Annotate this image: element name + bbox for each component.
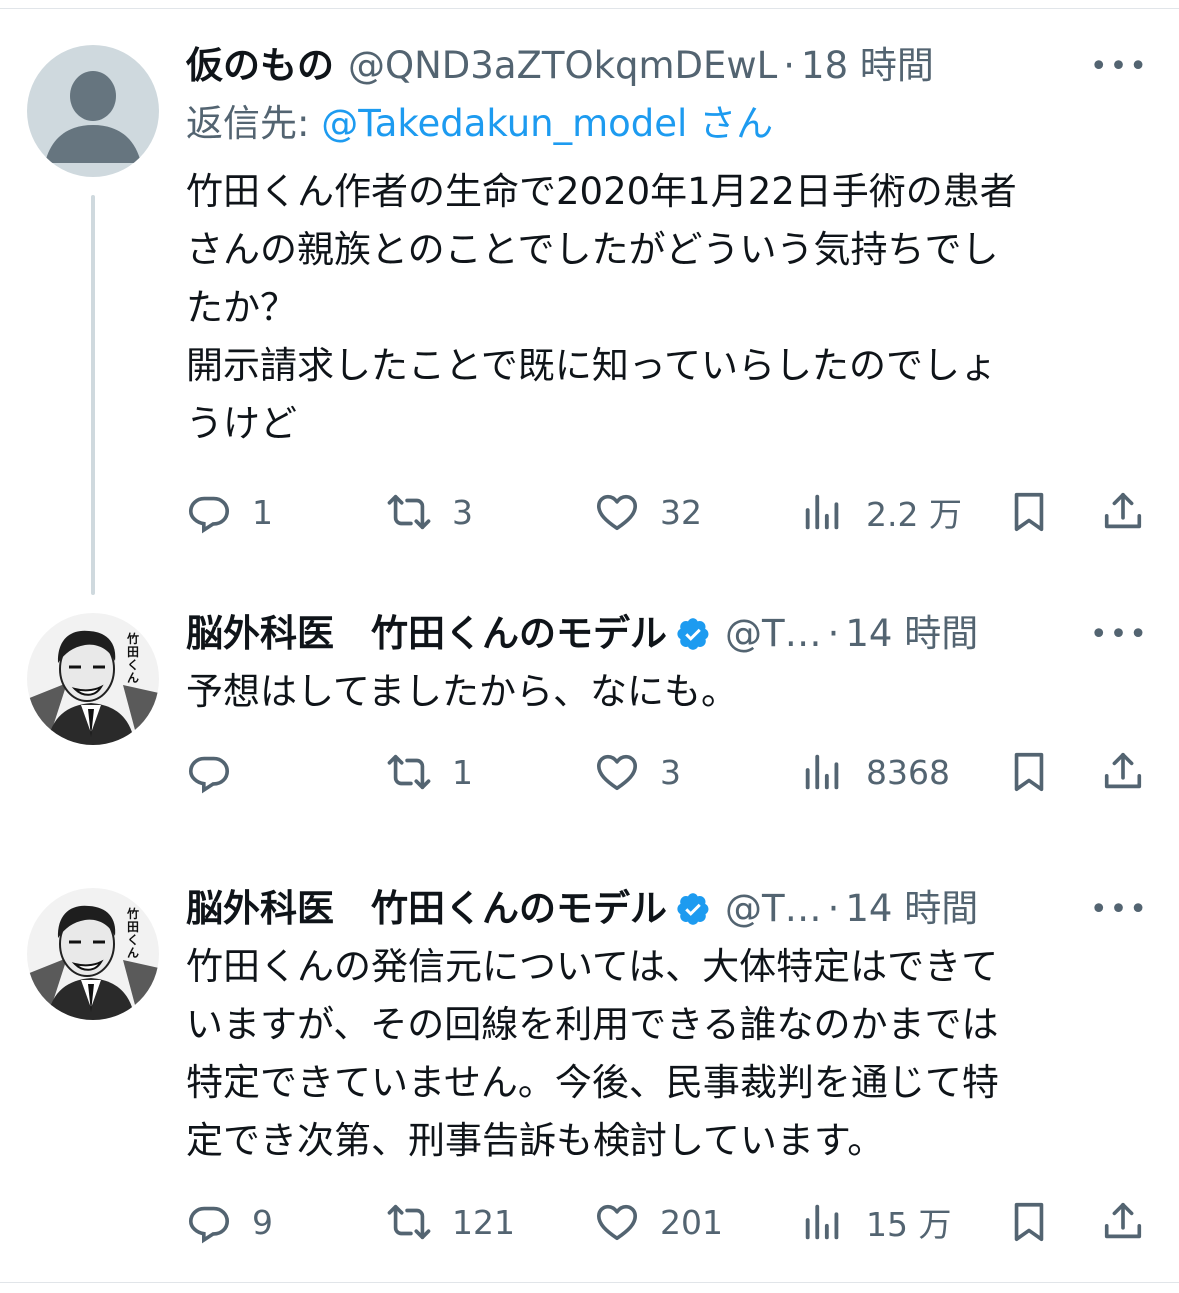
bookmark-icon	[1006, 489, 1052, 535]
tweet-header: 脳外科医 竹田くんのモデル @T… · 14 時間	[186, 605, 1149, 663]
like-count: 201	[660, 1202, 723, 1242]
bookmark-button[interactable]	[1006, 742, 1052, 802]
bottom-divider	[0, 1282, 1179, 1283]
tweet-actions: 9 121 201 15 万	[186, 1192, 1146, 1252]
heart-icon	[594, 749, 640, 795]
tweet: 仮のもの @QND3aZTOkqmDEwL · 18 時間 ••• 返信先: @Taked…	[0, 37, 1179, 552]
reply-to-prefix: 返信先:	[186, 102, 322, 145]
retweet-button[interactable]: 3	[386, 482, 473, 542]
heart-icon	[594, 489, 640, 535]
share-button[interactable]	[1100, 742, 1146, 802]
timestamp[interactable]: 14 時間	[845, 880, 978, 938]
bookmark-button[interactable]	[1006, 482, 1052, 542]
verified-badge-icon	[675, 891, 711, 927]
more-options-icon[interactable]: •••	[1090, 37, 1149, 95]
separator-dot: ·	[783, 44, 796, 87]
avatar[interactable]	[27, 45, 159, 177]
display-name[interactable]: 脳外科医 竹田くんのモデル	[186, 605, 667, 663]
reply-to-mention-link[interactable]: @Takedakun_model	[321, 102, 687, 145]
tweet-text: 竹田くん作者の生命で2020年1月22日手術の患者 さんの親族とのことでしたがど…	[186, 170, 1017, 445]
reply-to-suffix: さん	[687, 102, 774, 145]
tweet-text: 予想はしてましたから、なにも。	[186, 670, 739, 713]
like-count: 32	[660, 492, 702, 532]
views-button[interactable]: 8368	[800, 742, 950, 802]
reply-icon	[186, 1199, 232, 1245]
reply-icon	[186, 749, 232, 795]
tweet: 竹田くん 脳外科医 竹田くんのモデル @T… · 14 時間 ••• 竹田くんの発信元につい…	[0, 880, 1179, 1262]
tweet-actions: 1 3 8368	[186, 742, 1146, 802]
like-button[interactable]: 201	[594, 1192, 723, 1252]
default-profile-icon	[27, 45, 159, 177]
tweet-header: 脳外科医 竹田くんのモデル @T… · 14 時間	[186, 880, 1149, 938]
separator-dot: ·	[827, 612, 840, 655]
more-options-icon[interactable]: •••	[1090, 605, 1149, 663]
timestamp[interactable]: 18 時間	[801, 37, 934, 95]
verified-badge-icon	[675, 616, 711, 652]
display-name[interactable]: 仮のもの	[186, 37, 334, 95]
top-divider	[0, 8, 1179, 9]
share-button[interactable]	[1100, 1192, 1146, 1252]
view-count: 2.2 万	[866, 495, 962, 534]
tweet-content: 脳外科医 竹田くんのモデル @T… · 14 時間 ••• 予想はしてましたから、なにも。	[186, 605, 1149, 721]
reply-count: 1	[252, 492, 273, 532]
share-button[interactable]	[1100, 482, 1146, 542]
user-handle[interactable]: @T…	[725, 605, 822, 663]
like-button[interactable]: 32	[594, 482, 702, 542]
tweet-content: 仮のもの @QND3aZTOkqmDEwL · 18 時間 ••• 返信先: @Taked…	[186, 37, 1149, 453]
user-handle[interactable]: @T…	[725, 880, 822, 938]
avatar[interactable]: 竹田くん	[27, 888, 159, 1020]
tweet: 竹田くん 脳外科医 竹田くんのモデル @T… · 14 時間 ••• 予想はしてましたから、…	[0, 605, 1179, 812]
bar-chart-icon	[800, 1199, 846, 1245]
retweet-icon	[386, 749, 432, 795]
reply-button[interactable]: 1	[186, 482, 273, 542]
tweet-header: 仮のもの @QND3aZTOkqmDEwL · 18 時間	[186, 37, 1149, 95]
bar-chart-icon	[800, 749, 846, 795]
views-button[interactable]: 15 万	[800, 1192, 951, 1252]
retweet-count: 1	[452, 752, 473, 792]
bookmark-icon	[1006, 1199, 1052, 1245]
display-name[interactable]: 脳外科医 竹田くんのモデル	[186, 880, 667, 938]
avatar-caption: 竹田くん	[127, 907, 140, 960]
bookmark-icon	[1006, 749, 1052, 795]
retweet-button[interactable]: 121	[386, 1192, 515, 1252]
like-button[interactable]: 3	[594, 742, 681, 802]
share-icon	[1100, 489, 1146, 535]
retweet-button[interactable]: 1	[386, 742, 473, 802]
reply-to-line: 返信先: @Takedakun_model さん	[186, 95, 1149, 153]
reply-icon	[186, 489, 232, 535]
share-icon	[1100, 749, 1146, 795]
retweet-icon	[386, 1199, 432, 1245]
share-icon	[1100, 1199, 1146, 1245]
heart-icon	[594, 1199, 640, 1245]
avatar-caption: 竹田くん	[127, 632, 140, 685]
avatar[interactable]: 竹田くん	[27, 613, 159, 745]
reply-button[interactable]	[186, 742, 252, 802]
bar-chart-icon	[800, 489, 846, 535]
views-button[interactable]: 2.2 万	[800, 482, 962, 542]
separator-dot: ·	[827, 887, 840, 930]
more-options-icon[interactable]: •••	[1090, 880, 1149, 938]
timestamp[interactable]: 14 時間	[845, 605, 978, 663]
reply-button[interactable]: 9	[186, 1192, 273, 1252]
user-handle[interactable]: @QND3aZTOkqmDEwL	[348, 37, 777, 95]
retweet-count: 121	[452, 1202, 515, 1242]
tweet-text: 竹田くんの発信元については、大体特定はできて いますが、その回線を利用できる誰な…	[186, 945, 999, 1162]
retweet-icon	[386, 489, 432, 535]
view-count: 15 万	[866, 1205, 952, 1244]
tweet-actions: 1 3 32 2.2 万	[186, 482, 1146, 542]
retweet-count: 3	[452, 492, 473, 532]
like-count: 3	[660, 752, 681, 792]
bookmark-button[interactable]	[1006, 1192, 1052, 1252]
tweet-content: 脳外科医 竹田くんのモデル @T… · 14 時間 ••• 竹田くんの発信元については、大…	[186, 880, 1149, 1170]
view-count: 8368	[866, 752, 950, 792]
reply-count: 9	[252, 1202, 273, 1242]
